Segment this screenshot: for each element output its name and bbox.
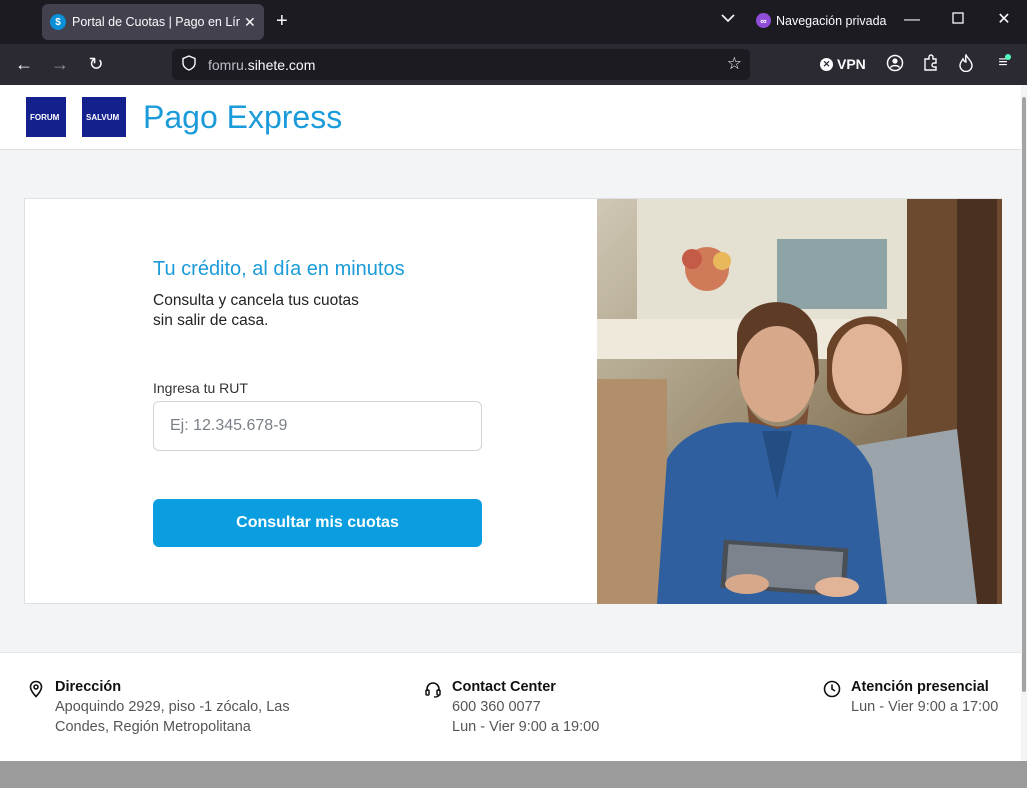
clock-icon [823,680,841,698]
headset-icon [425,682,441,698]
back-arrow-icon[interactable]: ← [12,53,36,75]
tab-bar: $ Portal de Cuotas | Pago en Línea ✕ + ∞… [0,0,1027,44]
window-close-icon[interactable]: ✕ [992,10,1016,30]
page-viewport: FORUM SALVUM Pago Express Tu crédito, al… [0,85,1021,761]
tab-close-icon[interactable]: ✕ [244,14,256,31]
footer-attention-title: Atención presencial [851,679,989,695]
minimize-icon[interactable]: — [900,10,924,30]
navigation-bar: ← → ↻ fomru.sihete.com ☆ ✕ VPN ≡ [0,44,1027,85]
private-mask-icon: ∞ [756,13,771,28]
hero-subtitle-line-2: sin salir de casa. [153,312,269,329]
consultar-cuotas-button[interactable]: Consultar mis cuotas [153,499,482,547]
vpn-label: VPN [837,56,866,72]
scrollbar-thumb[interactable] [1022,97,1026,692]
footer-attention-hours: Lun - Vier 9:00 a 17:00 [851,699,999,715]
site-footer: Dirección Apoquindo 2929, piso -1 zócalo… [0,652,1021,761]
vpn-button[interactable]: ✕ VPN [820,56,866,72]
private-browsing-indicator: ∞ Navegación privada [756,13,887,28]
footer-address-line-1: Apoquindo 2929, piso -1 zócalo, Las [55,699,290,715]
rut-label: Ingresa tu RUT [153,380,248,396]
location-pin-icon [29,680,43,698]
footer-address-line-2: Condes, Región Metropolitana [55,719,251,735]
reload-icon[interactable]: ↻ [84,53,108,75]
vpn-off-icon: ✕ [820,57,833,71]
account-icon[interactable] [884,54,906,77]
address-bar[interactable]: fomru.sihete.com ☆ [172,49,750,80]
salvum-logo[interactable]: SALVUM [82,97,126,137]
hero-subtitle-line-1: Consulta y cancela tus cuotas [153,292,359,309]
shield-icon[interactable] [182,55,202,74]
footer-contact-phone[interactable]: 600 360 0077 [452,699,541,715]
payment-card: Tu crédito, al día en minutos Consulta y… [24,198,1002,604]
maximize-icon[interactable] [946,10,970,30]
hero-heading: Tu crédito, al día en minutos [153,258,405,280]
extensions-puzzle-icon[interactable] [920,54,942,77]
salvum-logo-text: SALVUM [86,112,120,122]
update-badge-icon [1005,54,1011,60]
couple-tablet-photo [597,199,1002,604]
new-tab-plus-icon[interactable]: + [276,11,288,31]
footer-contact-title: Contact Center [452,679,556,695]
bookmark-star-icon[interactable]: ☆ [727,54,742,74]
browser-window: $ Portal de Cuotas | Pago en Línea ✕ + ∞… [0,0,1027,788]
flame-icon[interactable] [955,53,977,77]
tab-list-chevron-icon[interactable] [721,12,735,26]
footer-address-title: Dirección [55,679,122,695]
page-title: Pago Express [143,99,343,135]
rut-input[interactable] [153,401,482,451]
forum-logo[interactable]: FORUM [26,97,66,137]
hero-subtitle: Consulta y cancela tus cuotas sin salir … [153,291,453,331]
forward-arrow-icon[interactable]: → [48,53,72,75]
site-favicon-icon: $ [50,14,66,30]
window-bottom-edge [0,761,1027,788]
private-label: Navegación privada [776,13,887,28]
site-header: FORUM SALVUM Pago Express [0,85,1021,150]
tab-portal-cuotas[interactable]: $ Portal de Cuotas | Pago en Línea ✕ [42,4,264,40]
forum-logo-text: FORUM [30,112,60,122]
tab-title: Portal de Cuotas | Pago en Línea [72,15,240,29]
footer-contact-hours: Lun - Vier 9:00 a 19:00 [452,719,600,735]
url-text[interactable]: fomru.sihete.com [208,57,315,73]
